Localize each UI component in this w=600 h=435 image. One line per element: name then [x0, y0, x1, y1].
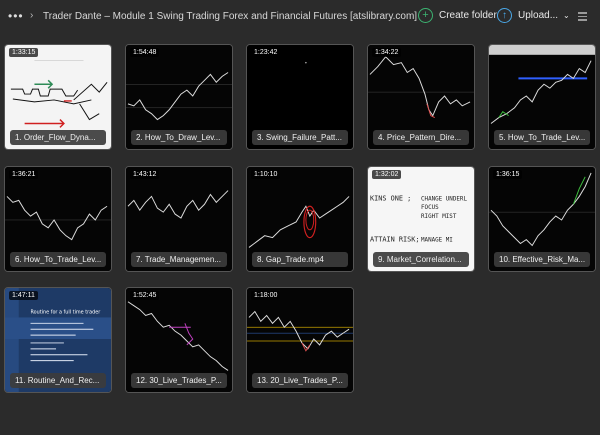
- file-name: 5. How_To_Trade_Lev...: [494, 130, 590, 145]
- duration-badge: 1:36:15: [493, 170, 523, 179]
- file-card[interactable]: 1:18:00 13. 20_Live_Trades_P...: [246, 287, 354, 393]
- create-folder-button[interactable]: + Create folder: [418, 8, 497, 23]
- file-card[interactable]: 1:23:42 3. Swing_Failure_Patt...: [246, 44, 354, 150]
- duration-badge: 1:43:12: [130, 170, 160, 179]
- duration-badge: 1:32:02: [372, 170, 402, 179]
- upload-icon: ↑: [497, 8, 512, 23]
- file-name: 10. Effective_Risk_Ma...: [494, 252, 590, 267]
- file-card[interactable]: 1:34:22 4. Price_Pattern_Dire...: [367, 44, 475, 150]
- whiteboard-line: MANAGE MI: [421, 238, 453, 244]
- chevron-right-icon: ›: [30, 10, 34, 21]
- create-folder-label: Create folder: [439, 10, 497, 21]
- file-name: 7. Trade_Managemen...: [131, 252, 227, 267]
- file-name: 3. Swing_Failure_Patt...: [252, 130, 348, 145]
- more-icon[interactable]: •••: [8, 9, 24, 23]
- duration-badge: 1:36:21: [9, 170, 39, 179]
- file-card[interactable]: Routine for a full time trader 1:47:11 1…: [4, 287, 112, 393]
- file-name: 1. Order_Flow_Dyna...: [10, 130, 106, 145]
- file-name: 2. How_To_Draw_Lev...: [131, 130, 227, 145]
- duration-badge: 1:23:42: [251, 48, 281, 57]
- whiteboard-line: ATTAIN RISK;: [370, 236, 420, 244]
- file-name: 8. Gap_Trade.mp4: [252, 252, 348, 267]
- routine-title: Routine for a full time trader: [31, 310, 102, 316]
- file-card[interactable]: 1:33:15 1. Order_Flow_Dyna...: [4, 44, 112, 150]
- file-name: 13. 20_Live_Trades_P...: [252, 373, 348, 388]
- file-name: 9. Market_Correlation...: [373, 252, 469, 267]
- file-card[interactable]: 1:10:10 8. Gap_Trade.mp4: [246, 166, 354, 272]
- file-card[interactable]: KINS ONE ; CHANGE UNDERL FOCUS RIGHT MIS…: [367, 166, 475, 272]
- breadcrumb[interactable]: Trader Dante – Module 1 Swing Trading Fo…: [43, 11, 417, 22]
- file-card[interactable]: 1:52:45 12. 30_Live_Trades_P...: [125, 287, 233, 393]
- create-folder-icon: +: [418, 8, 433, 23]
- duration-badge: 1:52:45: [130, 291, 160, 300]
- duration-badge: 1:34:22: [372, 48, 402, 57]
- top-bar: ••• › Trader Dante – Module 1 Swing Trad…: [0, 0, 600, 34]
- file-card[interactable]: 1:36:21 6. How_To_Trade_Lev...: [4, 166, 112, 272]
- file-card[interactable]: 1:36:15 10. Effective_Risk_Ma...: [488, 166, 596, 272]
- chevron-down-icon[interactable]: ⌄: [563, 11, 570, 20]
- duration-badge: 1:54:48: [130, 48, 160, 57]
- duration-badge: 1:47:11: [9, 291, 38, 300]
- file-card[interactable]: 5. How_To_Trade_Lev...: [488, 44, 596, 150]
- whiteboard-line: CHANGE UNDERL: [421, 196, 467, 202]
- file-name: 11. Routine_And_Rec...: [10, 373, 106, 388]
- duration-badge: 1:33:15: [9, 48, 39, 57]
- upload-label: Upload...: [518, 10, 559, 21]
- file-name: 4. Price_Pattern_Dire...: [373, 130, 469, 145]
- upload-button[interactable]: ↑ Upload... ⌄: [497, 8, 570, 23]
- file-card[interactable]: 1:43:12 7. Trade_Managemen...: [125, 166, 233, 272]
- whiteboard-line: RIGHT MIST: [421, 214, 457, 220]
- file-name: 12. 30_Live_Trades_P...: [131, 373, 227, 388]
- whiteboard-line: FOCUS: [421, 205, 439, 211]
- list-view-icon[interactable]: [578, 12, 587, 23]
- file-name: 6. How_To_Trade_Lev...: [10, 252, 106, 267]
- duration-badge: 1:18:00: [251, 291, 281, 300]
- duration-badge: 1:10:10: [251, 170, 281, 179]
- file-card[interactable]: 1:54:48 2. How_To_Draw_Lev...: [125, 44, 233, 150]
- whiteboard-line: KINS ONE ;: [370, 194, 411, 202]
